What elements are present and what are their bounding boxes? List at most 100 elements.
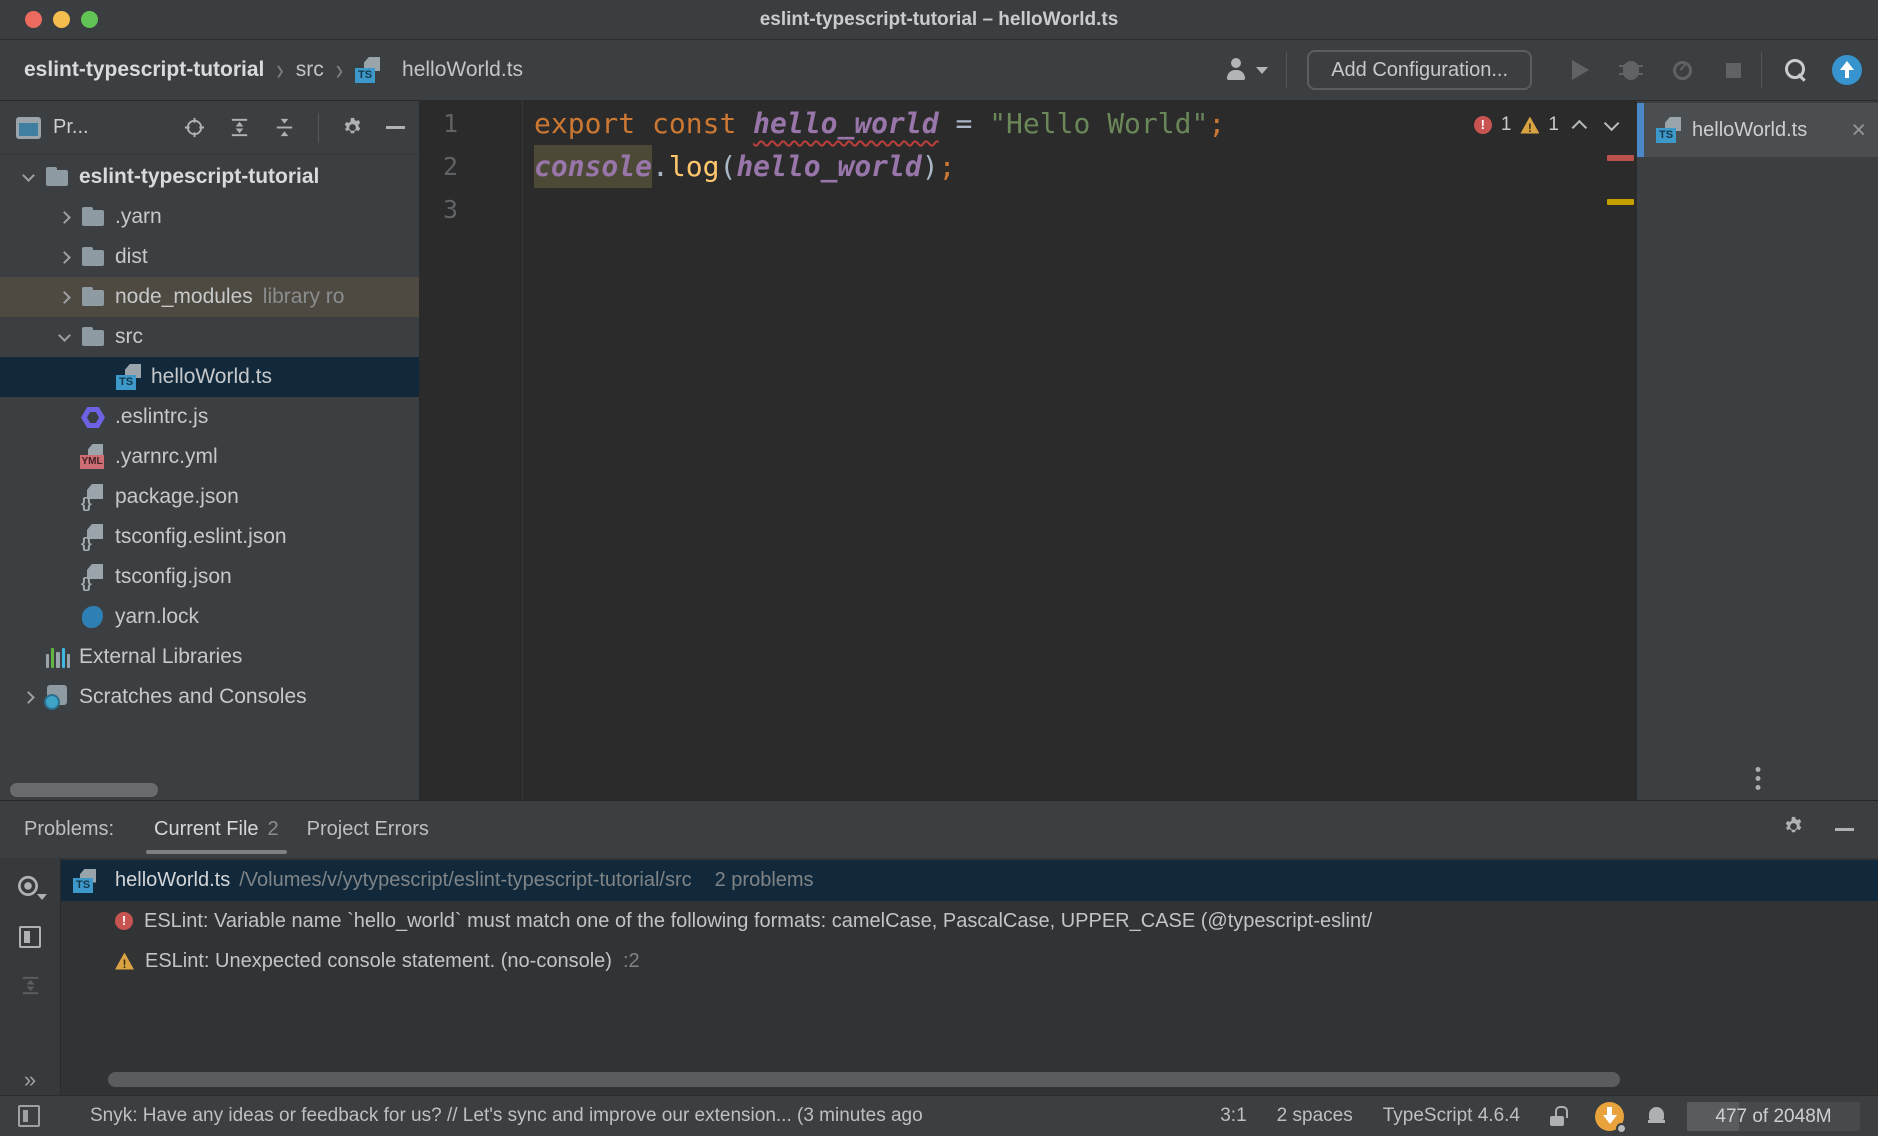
editor-tab-column: TS helloWorld.ts ×	[1637, 101, 1878, 800]
show-hidden-toolwindows-icon[interactable]: »	[0, 1065, 61, 1095]
project-tool-window: Pr...	[0, 101, 420, 800]
code-with-me-users-icon[interactable]	[1226, 58, 1248, 82]
problem-row-warning[interactable]: !ESLint: Unexpected console statement. (…	[61, 941, 1878, 981]
select-opened-file-icon[interactable]	[183, 116, 206, 139]
add-configuration-button[interactable]: Add Configuration...	[1307, 50, 1532, 90]
problems-file-row[interactable]: TS helloWorld.ts /Volumes/v/yytypescript…	[61, 860, 1878, 901]
horizontal-scrollbar-thumb[interactable]	[108, 1072, 1620, 1087]
tree-row-eslint-typescript-tutorial[interactable]: eslint-typescript-tutorial	[0, 157, 419, 197]
tree-item-label: tsconfig.eslint.json	[115, 525, 287, 549]
tree-row-src[interactable]: src	[0, 317, 419, 357]
external-libraries-icon	[44, 644, 70, 670]
problems-actions	[1782, 815, 1854, 844]
plugin-update-icon[interactable]	[1595, 1102, 1624, 1131]
memory-indicator[interactable]: 477 of 2048M	[1687, 1102, 1860, 1131]
profiler-icon[interactable]	[1673, 61, 1692, 80]
tab-current-file-count: 2	[268, 818, 279, 841]
problems-file-name: helloWorld.ts	[115, 869, 230, 892]
project-settings-gear-icon[interactable]	[341, 116, 364, 139]
main-toolbar: eslint-typescript-tutorial›src›TShelloWo…	[0, 40, 1878, 101]
tree-row-node-modules[interactable]: node_moduleslibrary ro	[0, 277, 419, 317]
editor-tab-helloworld[interactable]: TS helloWorld.ts ×	[1637, 103, 1878, 157]
chevron-down-icon[interactable]	[22, 169, 35, 182]
editor-gutter[interactable]: 123	[420, 101, 523, 800]
typescript-file-icon: TS	[1656, 117, 1682, 143]
debug-icon[interactable]	[1623, 61, 1639, 80]
typescript-version-widget[interactable]: TypeScript 4.6.4	[1383, 1105, 1520, 1127]
view-options-eye-icon[interactable]	[15, 874, 45, 900]
status-message[interactable]: Snyk: Have any ideas or feedback for us?…	[90, 1105, 923, 1127]
toolwindow-toggle-icon[interactable]	[18, 1105, 40, 1127]
yaml-file-icon: YML	[80, 444, 106, 470]
bottom-scroll-row: »	[0, 1065, 1878, 1095]
tree-row-helloworld-ts[interactable]: TShelloWorld.ts	[0, 357, 419, 397]
chevron-right-icon[interactable]	[58, 291, 71, 304]
tree-row-tsconfig-json[interactable]: {}tsconfig.json	[0, 557, 419, 597]
problem-row-error[interactable]: !ESLint: Variable name `hello_world` mus…	[61, 901, 1878, 941]
hide-problems-icon[interactable]	[1835, 828, 1854, 831]
indent-widget[interactable]: 2 spaces	[1277, 1105, 1353, 1127]
tree-row--yarn[interactable]: .yarn	[0, 197, 419, 237]
expand-all-icon[interactable]	[228, 116, 251, 139]
folder-icon	[44, 164, 70, 190]
ide-update-icon[interactable]	[1832, 55, 1862, 85]
caret-position-widget[interactable]: 3:1	[1220, 1105, 1246, 1127]
breadcrumb-item[interactable]: helloWorld.ts	[402, 58, 523, 82]
project-tree-horizontal-scrollbar[interactable]	[10, 783, 158, 797]
previous-problem-icon[interactable]	[1572, 119, 1588, 135]
tree-row--yarnrc-yml[interactable]: YML.yarnrc.yml	[0, 437, 419, 477]
collapse-tree-icon[interactable]	[19, 974, 42, 1002]
tree-row-scratches-and-consoles[interactable]: Scratches and Consoles	[0, 677, 419, 717]
tab-project-errors[interactable]: Project Errors	[293, 801, 443, 858]
chevron-right-icon[interactable]	[22, 691, 35, 704]
run-icon[interactable]	[1572, 60, 1589, 80]
chevron-right-icon[interactable]	[58, 211, 71, 224]
code-token: export	[534, 107, 635, 140]
collapse-all-icon[interactable]	[273, 116, 296, 139]
error-stripe-mark[interactable]	[1607, 155, 1634, 161]
breadcrumb-item[interactable]: src	[296, 58, 324, 82]
problems-header: Problems: Current File 2 Project Errors	[0, 801, 1878, 858]
status-widgets: 3:1 2 spaces TypeScript 4.6.4 477 of 204…	[1220, 1102, 1860, 1131]
stop-icon[interactable]	[1726, 63, 1741, 78]
lock-icon[interactable]	[1550, 1106, 1567, 1126]
code-token: .	[652, 150, 669, 183]
breadcrumb-item[interactable]: eslint-typescript-tutorial	[24, 58, 264, 82]
problems-settings-gear-icon[interactable]	[1782, 815, 1805, 844]
warning-count[interactable]: 1	[1548, 114, 1559, 136]
tree-row-dist[interactable]: dist	[0, 237, 419, 277]
editor[interactable]: 123 export const hello_world = "Hello Wo…	[420, 101, 1637, 800]
editor-options-icon[interactable]	[1755, 767, 1760, 790]
code-line	[534, 188, 1637, 231]
hide-panel-icon[interactable]	[386, 126, 405, 129]
folder-icon	[80, 204, 106, 230]
typescript-file-icon: TS	[355, 57, 381, 83]
warning-icon: !	[1520, 117, 1539, 134]
error-count[interactable]: 1	[1501, 114, 1512, 136]
chevron-down-icon[interactable]	[58, 329, 71, 342]
code-token: ;	[1208, 107, 1225, 140]
close-tab-icon[interactable]: ×	[1851, 120, 1866, 140]
code-token: )	[922, 150, 939, 183]
tree-item-label: Scratches and Consoles	[79, 685, 307, 709]
chevron-down-icon[interactable]	[1256, 67, 1268, 74]
notifications-bell-icon[interactable]	[1648, 1106, 1665, 1126]
typescript-file-icon: TS	[116, 364, 142, 390]
code-area[interactable]: export const hello_world = "Hello World"…	[523, 101, 1637, 800]
horizontal-scrollbar-track[interactable]	[61, 1065, 1878, 1095]
tab-current-file[interactable]: Current File 2	[140, 801, 293, 858]
open-in-preview-icon[interactable]	[19, 926, 41, 948]
warning-stripe-mark[interactable]	[1607, 199, 1634, 205]
search-everywhere-icon[interactable]	[1784, 58, 1808, 82]
tree-row-yarn-lock[interactable]: yarn.lock	[0, 597, 419, 637]
project-panel-header: Pr...	[0, 101, 419, 155]
tree-row-external-libraries[interactable]: External Libraries	[0, 637, 419, 677]
tree-item-label: package.json	[115, 485, 239, 509]
chevron-right-icon[interactable]	[58, 251, 71, 264]
tree-row-package-json[interactable]: {}package.json	[0, 477, 419, 517]
tree-row--eslintrc-js[interactable]: .eslintrc.js	[0, 397, 419, 437]
tab-current-file-label: Current File	[154, 818, 258, 841]
tree-row-tsconfig-eslint-json[interactable]: {}tsconfig.eslint.json	[0, 517, 419, 557]
project-tree: eslint-typescript-tutorial.yarndistnode_…	[0, 155, 419, 717]
quickfix-lightbulb-icon[interactable]	[547, 154, 569, 184]
